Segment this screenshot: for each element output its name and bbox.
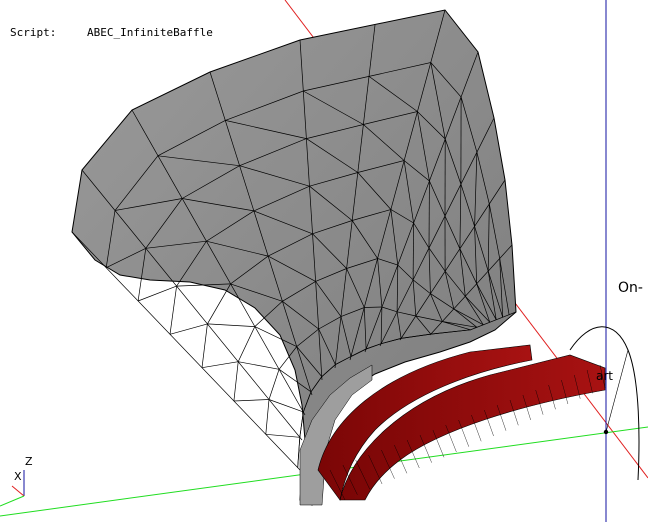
script-name: ABEC_InfiniteBaffle bbox=[87, 26, 213, 39]
driver-ring-outer bbox=[339, 354, 606, 501]
part-label: art bbox=[596, 369, 613, 383]
z-axis-label: Z bbox=[25, 455, 33, 468]
3d-viewport[interactable]: Script: ABEC_InfiniteBaffle On- art Z X bbox=[0, 0, 648, 522]
mesh-scene bbox=[0, 0, 648, 522]
on-axis-label: On- bbox=[618, 280, 643, 296]
polar-radius bbox=[605, 349, 629, 433]
x-axis-label: X bbox=[14, 470, 22, 483]
script-label: Script: bbox=[10, 26, 57, 39]
origin-marker bbox=[603, 429, 609, 435]
polar-arc bbox=[569, 326, 640, 481]
